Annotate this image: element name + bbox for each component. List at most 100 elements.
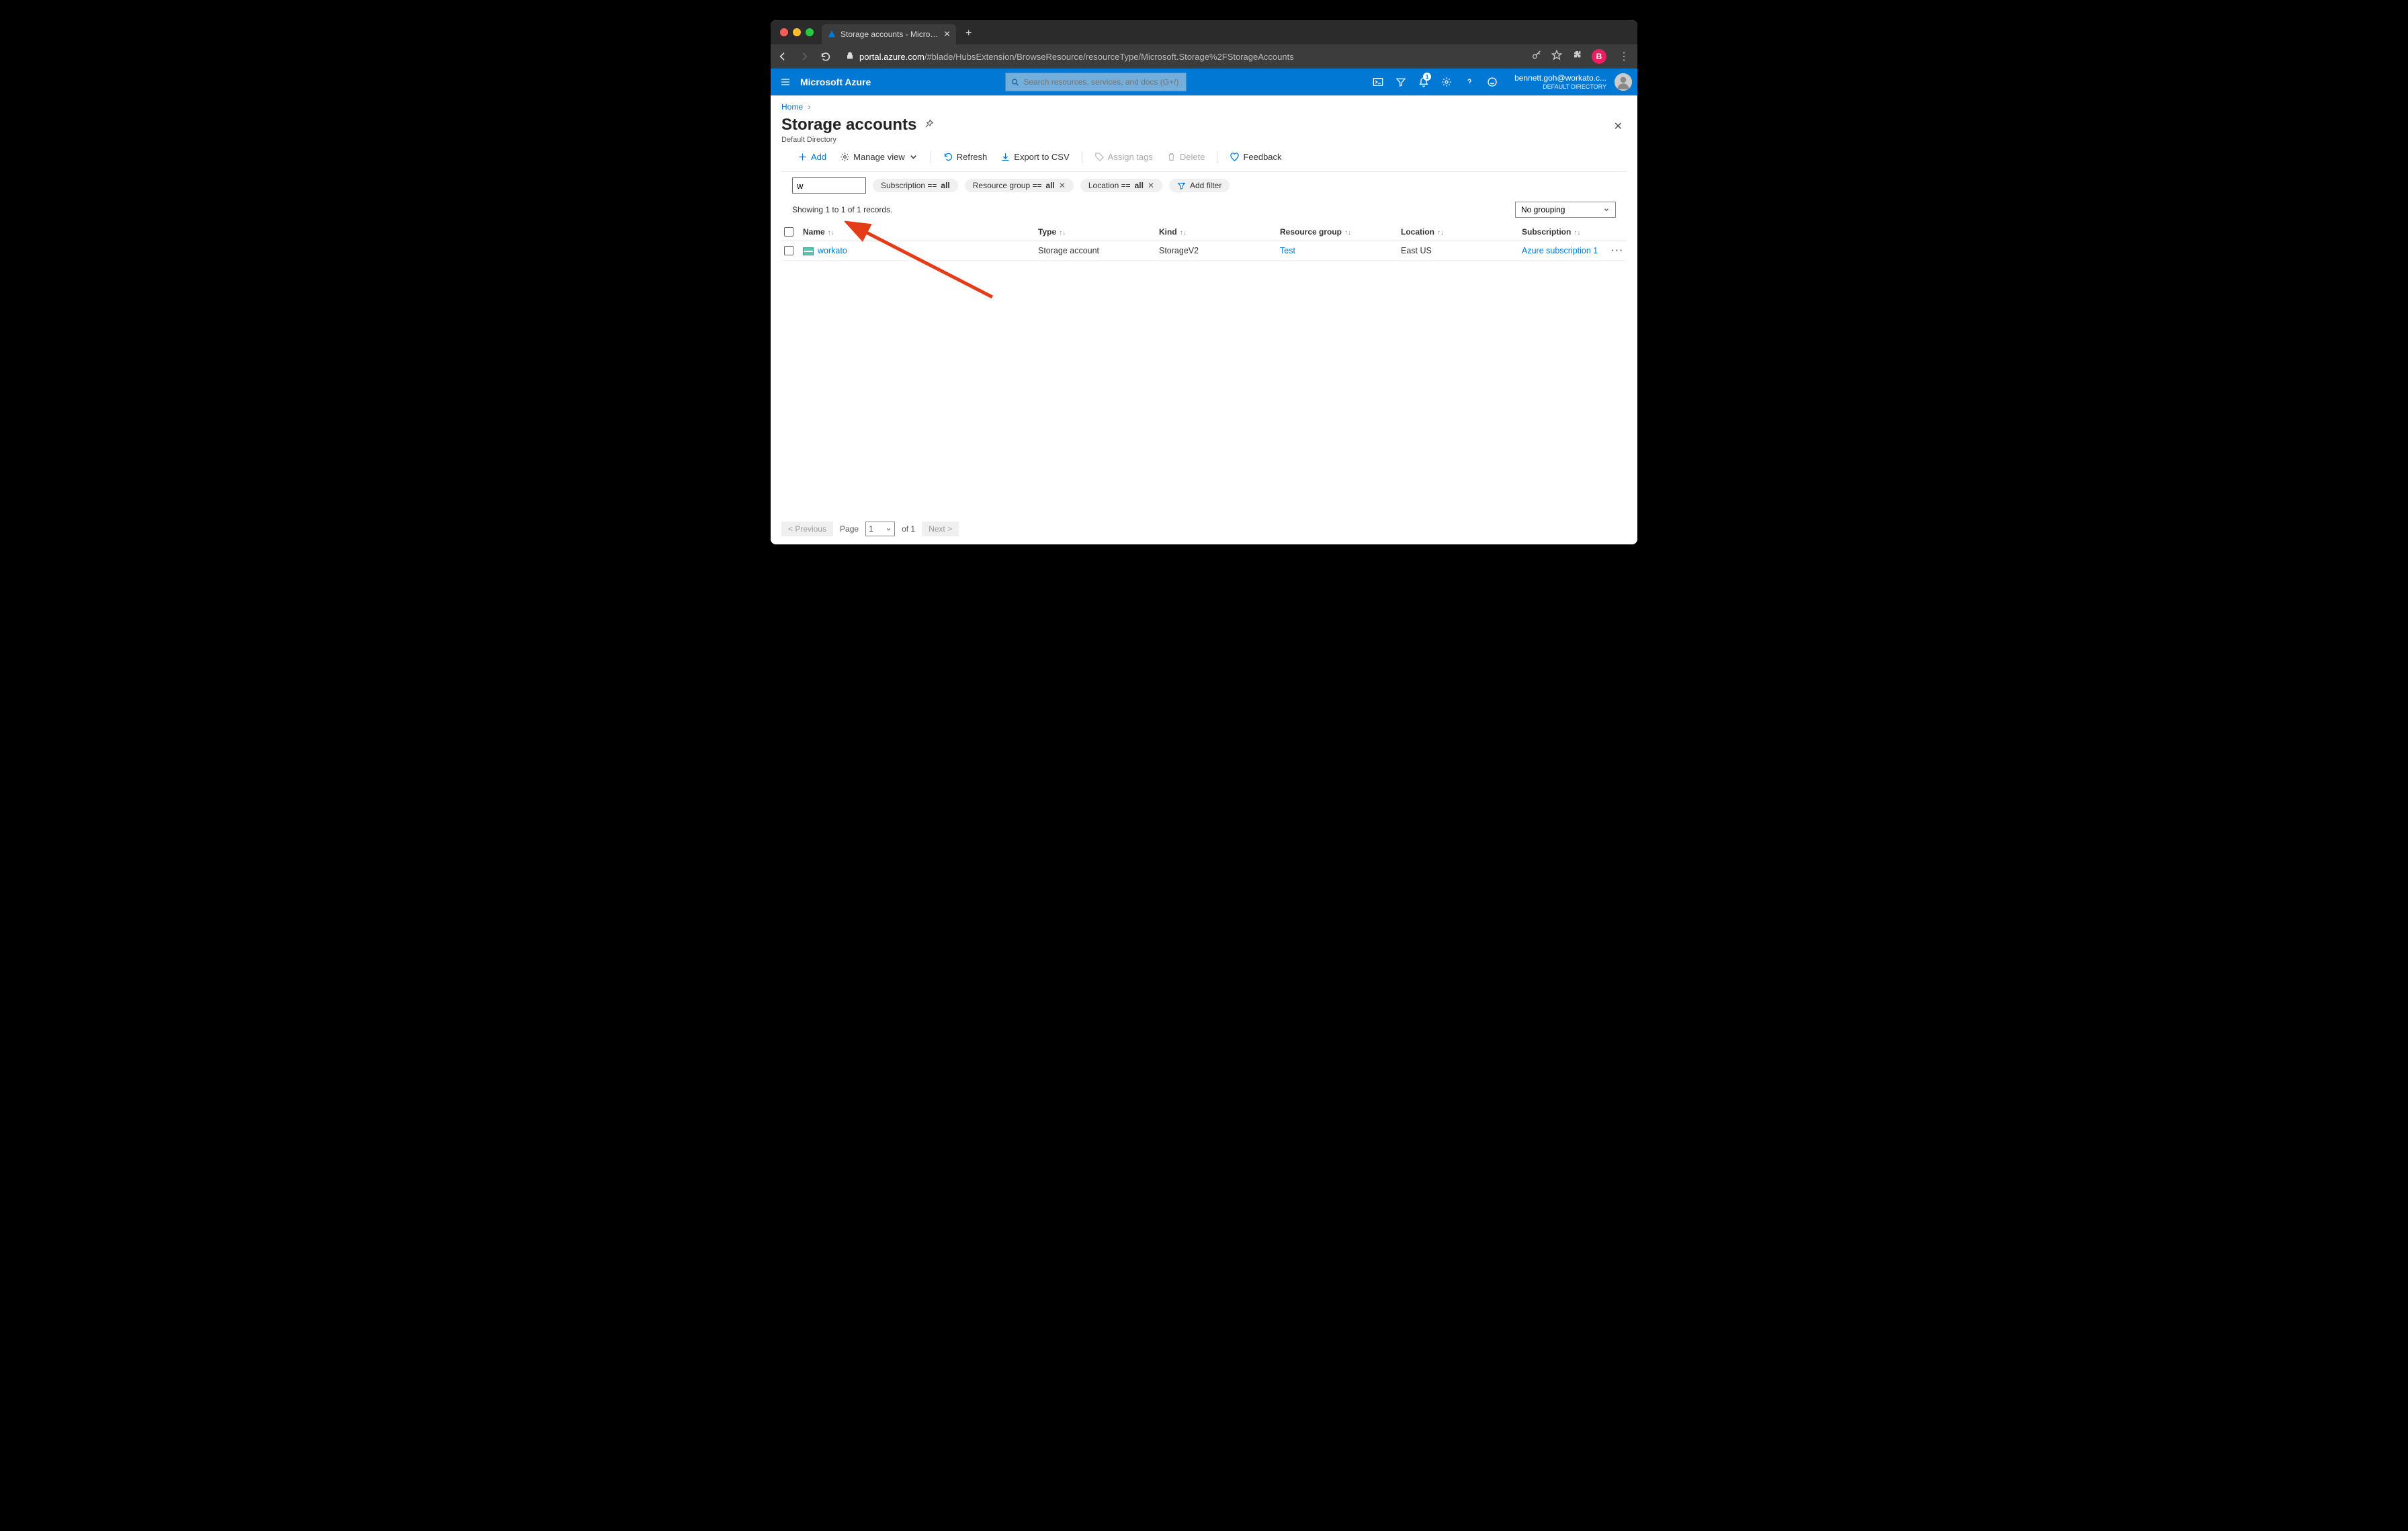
pagination: < Previous Page 1 of 1 Next > (771, 516, 1637, 536)
gear-icon (840, 152, 850, 162)
new-tab-button[interactable]: + (960, 28, 977, 40)
blade-content: Home › Storage accounts Default Director… (771, 95, 1637, 544)
row-more-button[interactable]: ··· (1612, 246, 1625, 255)
filter-pill-location[interactable]: Location == all ✕ (1080, 179, 1162, 192)
page-label: Page (840, 524, 859, 534)
extensions-icon[interactable] (1572, 50, 1582, 64)
subscription-link[interactable]: Azure subscription 1 (1522, 246, 1598, 255)
chevron-down-icon (908, 152, 918, 162)
page-subtitle: Default Directory (781, 136, 1610, 144)
row-checkbox[interactable] (784, 246, 793, 255)
lock-icon (846, 52, 854, 62)
cell-type: Storage account (1035, 246, 1156, 255)
cell-kind: StorageV2 (1156, 246, 1277, 255)
resource-name-link[interactable]: workato (818, 246, 847, 255)
azure-header: Microsoft Azure 1 (771, 69, 1637, 95)
chevron-right-icon: › (808, 102, 810, 112)
url-text: portal.azure.com/#blade/HubsExtension/Br… (859, 52, 1294, 62)
user-email: bennett.goh@workato.c... (1514, 73, 1606, 83)
name-filter-input[interactable] (792, 177, 866, 194)
close-window-icon[interactable] (780, 28, 788, 36)
close-tab-icon[interactable]: ✕ (943, 29, 951, 40)
delete-button: Delete (1161, 149, 1211, 165)
filter-pill-subscription[interactable]: Subscription == all (873, 179, 958, 192)
table-row[interactable]: workato Storage account StorageV2 Test E… (781, 241, 1627, 261)
chevron-down-icon (886, 526, 892, 532)
close-blade-button[interactable]: ✕ (1610, 116, 1627, 137)
close-icon[interactable]: ✕ (1059, 181, 1066, 190)
column-header-name[interactable]: Name↑↓ (800, 227, 1035, 237)
settings-button[interactable] (1436, 69, 1457, 95)
window-controls (776, 28, 818, 36)
star-icon[interactable] (1551, 50, 1562, 64)
filter-pill-resource-group[interactable]: Resource group == all ✕ (965, 179, 1074, 192)
trash-icon (1166, 152, 1176, 162)
heart-icon (1230, 152, 1240, 162)
search-icon (1011, 78, 1019, 87)
feedback-button[interactable]: Feedback (1224, 149, 1287, 165)
next-page-button[interactable]: Next > (922, 522, 959, 536)
filter-add-icon (1177, 181, 1186, 190)
global-search[interactable] (1005, 73, 1187, 91)
page-of-label: of 1 (902, 524, 915, 534)
refresh-button[interactable]: Refresh (938, 149, 993, 165)
export-csv-button[interactable]: Export to CSV (995, 149, 1074, 165)
close-icon[interactable]: ✕ (1148, 181, 1154, 190)
select-all-checkbox[interactable] (784, 227, 793, 237)
resource-group-link[interactable]: Test (1280, 246, 1295, 255)
page-select[interactable]: 1 (865, 522, 895, 536)
profile-avatar[interactable]: B (1592, 49, 1606, 64)
tab-title: Storage accounts - Microsoft A (841, 30, 939, 39)
download-icon (1000, 152, 1010, 162)
brand-label[interactable]: Microsoft Azure (800, 77, 884, 87)
pin-icon[interactable] (924, 119, 934, 132)
resource-table: Name↑↓ Type↑↓ Kind↑↓ Resource group↑↓ Lo… (781, 223, 1627, 516)
user-avatar-icon[interactable] (1615, 73, 1632, 91)
chevron-down-icon (1603, 206, 1610, 213)
notifications-button[interactable]: 1 (1414, 69, 1434, 95)
hamburger-menu-button[interactable] (771, 77, 800, 87)
minimize-window-icon[interactable] (793, 28, 801, 36)
breadcrumb: Home › (771, 95, 1637, 116)
column-header-resource-group[interactable]: Resource group↑↓ (1277, 227, 1398, 237)
maximize-window-icon[interactable] (806, 28, 814, 36)
feedback-header-button[interactable] (1482, 69, 1502, 95)
browser-chrome: Storage accounts - Microsoft A ✕ + porta… (771, 20, 1637, 69)
column-header-location[interactable]: Location↑↓ (1398, 227, 1519, 237)
user-account-area[interactable]: bennett.goh@workato.c... DEFAULT DIRECTO… (1508, 73, 1609, 90)
prev-page-button[interactable]: < Previous (781, 522, 833, 536)
assign-tags-button: Assign tags (1089, 149, 1158, 165)
page-title: Storage accounts (781, 116, 916, 134)
notification-badge: 1 (1423, 73, 1431, 81)
column-header-kind[interactable]: Kind↑↓ (1156, 227, 1277, 237)
cell-location: East US (1398, 246, 1519, 255)
cloudshell-button[interactable] (1368, 69, 1388, 95)
storage-account-icon (803, 247, 814, 255)
browser-menu-icon[interactable]: ⋮ (1616, 50, 1632, 63)
filter-bar: Subscription == all Resource group == al… (781, 172, 1627, 196)
search-input[interactable] (1023, 77, 1180, 87)
directory-filter-button[interactable] (1391, 69, 1411, 95)
tag-icon (1094, 152, 1105, 162)
manage-view-button[interactable]: Manage view (834, 149, 924, 165)
azure-favicon-icon (827, 30, 836, 39)
grouping-select[interactable]: No grouping (1515, 202, 1616, 218)
user-directory: DEFAULT DIRECTORY (1543, 83, 1606, 91)
help-button[interactable] (1459, 69, 1479, 95)
toolbar: Add Manage view Refresh Export to CSV As… (781, 144, 1627, 172)
back-button[interactable] (776, 51, 789, 62)
address-bar[interactable]: portal.azure.com/#blade/HubsExtension/Br… (841, 52, 1523, 62)
table-header: Name↑↓ Type↑↓ Kind↑↓ Resource group↑↓ Lo… (781, 223, 1627, 241)
plus-icon (798, 152, 808, 162)
forward-button[interactable] (798, 51, 811, 62)
reload-button[interactable] (819, 51, 832, 62)
column-header-type[interactable]: Type↑↓ (1035, 227, 1156, 237)
breadcrumb-home[interactable]: Home (781, 102, 803, 112)
add-filter-button[interactable]: Add filter (1169, 179, 1230, 192)
refresh-icon (943, 152, 953, 162)
records-count: Showing 1 to 1 of 1 records. (792, 205, 892, 214)
key-icon[interactable] (1531, 50, 1542, 64)
add-button[interactable]: Add (792, 149, 832, 165)
browser-tab[interactable]: Storage accounts - Microsoft A ✕ (822, 24, 956, 44)
column-header-subscription[interactable]: Subscription↑↓ (1519, 227, 1606, 237)
